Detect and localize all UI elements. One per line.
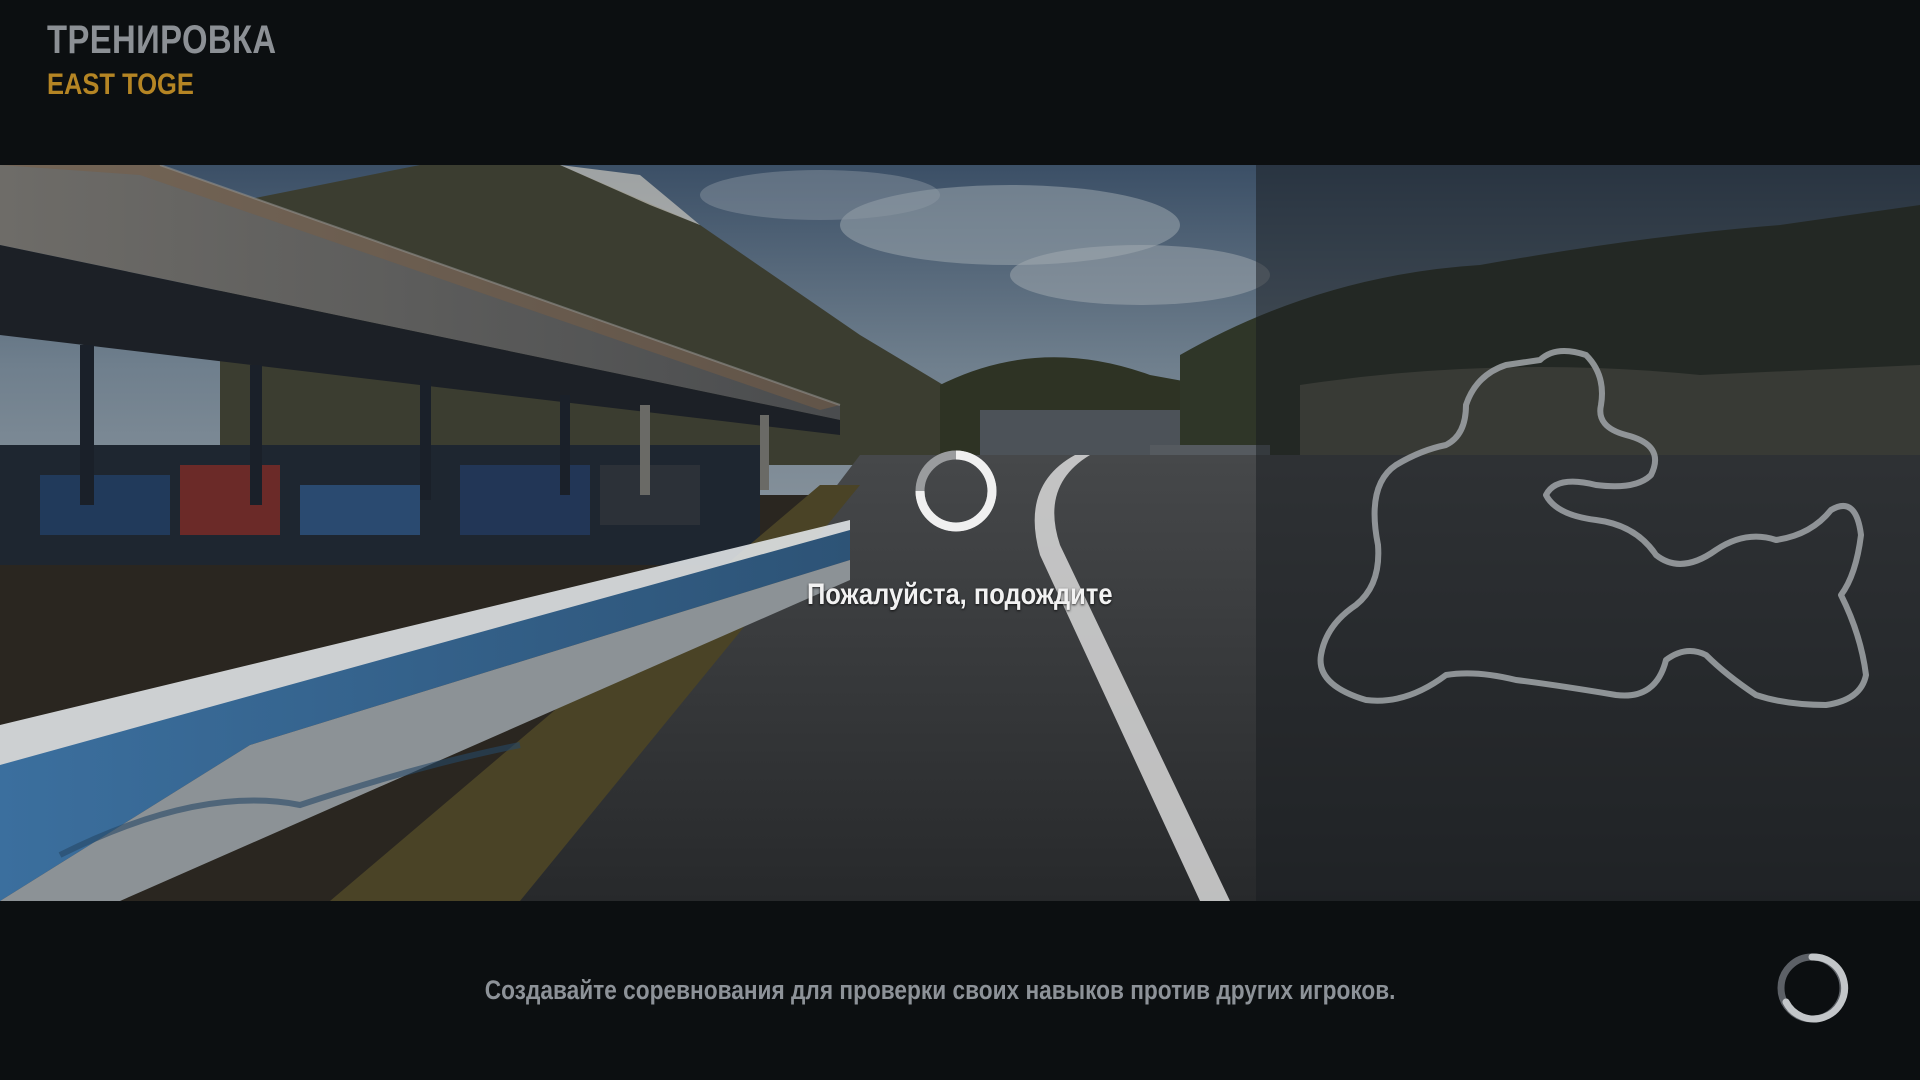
loading-hint-label: Создавайте соревнования для проверки сво…	[484, 975, 1396, 1005]
loading-hint: Создавайте соревнования для проверки сво…	[0, 975, 1880, 1006]
track-map-panel	[1256, 165, 1920, 901]
track-name: EAST TOGE	[47, 68, 194, 101]
loading-screen: ТРЕНИРОВКА EAST TOGE Пожалуйста, подожди…	[0, 0, 1920, 1080]
track-map-icon	[1317, 348, 1869, 708]
loading-message-label: Пожалуйста, подождите	[807, 578, 1113, 611]
loading-message: Пожалуйста, подождите	[0, 578, 1920, 612]
loading-ring-icon	[1777, 953, 1849, 1023]
loading-spinner-icon	[915, 450, 997, 532]
mode-title: ТРЕНИРОВКА	[47, 18, 277, 62]
